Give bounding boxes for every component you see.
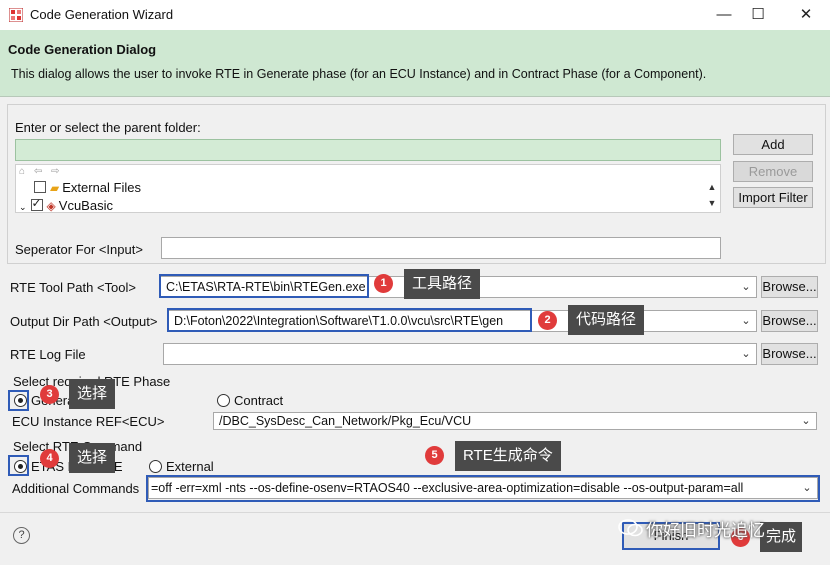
highlight-etas-radio <box>8 455 29 476</box>
annotation-callout-4: 选择 <box>69 443 116 473</box>
annotation-callout-2: 代码路径 <box>568 305 645 335</box>
chevron-down-icon[interactable]: ⌄ <box>798 413 814 429</box>
dialog-header: Code Generation Dialog This dialog allow… <box>0 30 830 97</box>
parent-folder-label: Enter or select the parent folder: <box>15 120 201 135</box>
highlight-additional-commands <box>146 475 820 502</box>
ecu-instance-label: ECU Instance REF<ECU> <box>12 414 165 429</box>
annotation-callout-3: 选择 <box>69 379 116 409</box>
output-dir-browse-button[interactable]: Browse... <box>761 310 818 332</box>
tool-path-label: RTE Tool Path <Tool> <box>10 280 136 295</box>
checkbox[interactable] <box>34 181 46 193</box>
remove-button[interactable]: Remove <box>733 161 813 182</box>
parent-folder-input[interactable] <box>15 139 721 161</box>
chevron-down-icon[interactable]: ⌄ <box>738 346 754 362</box>
tree-item-label: VcuBasic <box>58 198 113 213</box>
window-title: Code Generation Wizard <box>30 7 174 22</box>
tree-scrollbar[interactable]: ▲ ▼ <box>706 179 718 211</box>
annotation-badge-5: 5 <box>425 446 444 465</box>
external-radio-label: External <box>166 459 214 474</box>
close-button[interactable]: ✕ <box>786 0 826 30</box>
ecu-instance-combo[interactable]: /DBC_SysDesc_Can_Network/Pkg_Ecu/VCU ⌄ <box>213 412 817 430</box>
annotation-callout-1: 工具路径 <box>404 269 481 299</box>
tree-item-vcubasic[interactable]: ⌄ ◈VcuBasic <box>19 196 113 215</box>
app-icon <box>9 8 23 22</box>
footer-separator <box>0 512 830 513</box>
external-radio[interactable]: External <box>149 459 214 474</box>
annotation-badge-4: 4 <box>40 449 59 468</box>
annotation-callout-5: RTE生成命令 <box>455 441 561 471</box>
additional-commands-label: Additional Commands <box>12 481 140 496</box>
contract-radio[interactable]: Contract <box>217 393 283 408</box>
highlight-generate-radio <box>8 390 29 411</box>
contract-radio-label: Contract <box>234 393 284 408</box>
radio-button[interactable] <box>149 460 162 473</box>
checkbox[interactable] <box>30 196 43 211</box>
tree-item-external-files[interactable]: ▰ External Files <box>34 180 141 197</box>
import-filter-button[interactable]: Import Filter <box>733 187 813 208</box>
annotation-badge-2: 2 <box>538 311 557 330</box>
output-dir-label: Output Dir Path <Output> <box>10 314 158 329</box>
scroll-down-icon[interactable]: ▼ <box>706 195 718 211</box>
chevron-down-icon[interactable]: ⌄ <box>738 313 754 329</box>
wechat-icon <box>618 519 643 537</box>
dialog-description: This dialog allows the user to invoke RT… <box>11 67 707 81</box>
annotation-badge-3: 3 <box>40 385 59 404</box>
annotation-badge-1: 1 <box>374 274 393 293</box>
ecu-instance-value: /DBC_SysDesc_Can_Network/Pkg_Ecu/VCU <box>219 414 472 428</box>
log-file-browse-button[interactable]: Browse... <box>761 343 818 365</box>
chevron-down-icon[interactable]: ⌄ <box>19 202 27 212</box>
log-file-combo[interactable]: ⌄ <box>163 343 757 365</box>
project-icon: ◈ <box>46 199 56 213</box>
title-bar: Code Generation Wizard — ☐ ✕ <box>0 0 830 30</box>
watermark-text: 你好旧时光追忆 <box>646 521 765 540</box>
folder-icon: ▰ <box>50 181 60 195</box>
chevron-down-icon[interactable]: ⌄ <box>738 279 754 295</box>
highlight-output-dir <box>167 308 532 332</box>
tool-path-browse-button[interactable]: Browse... <box>761 276 818 298</box>
tree-toolbar-icons[interactable]: ⌂ ⇦ ⇨ <box>19 166 62 177</box>
maximize-button[interactable]: ☐ <box>738 0 778 30</box>
add-button[interactable]: Add <box>733 134 813 155</box>
log-file-label: RTE Log File <box>10 347 86 362</box>
watermark: 你好旧时光追忆 <box>616 514 830 564</box>
highlight-tool-path <box>159 274 369 298</box>
separator-label: Seperator For <Input> <box>15 242 143 257</box>
dialog-title: Code Generation Dialog <box>8 42 157 57</box>
radio-button[interactable] <box>217 394 230 407</box>
separator-input[interactable] <box>161 237 721 259</box>
folder-tree[interactable]: ⌂ ⇦ ⇨ ▰External Files ⌄ ◈VcuBasic ▲ ▼ <box>15 164 721 213</box>
scroll-up-icon[interactable]: ▲ <box>706 179 718 195</box>
help-icon[interactable]: ? <box>13 527 30 544</box>
tree-item-label: External Files <box>62 180 141 195</box>
